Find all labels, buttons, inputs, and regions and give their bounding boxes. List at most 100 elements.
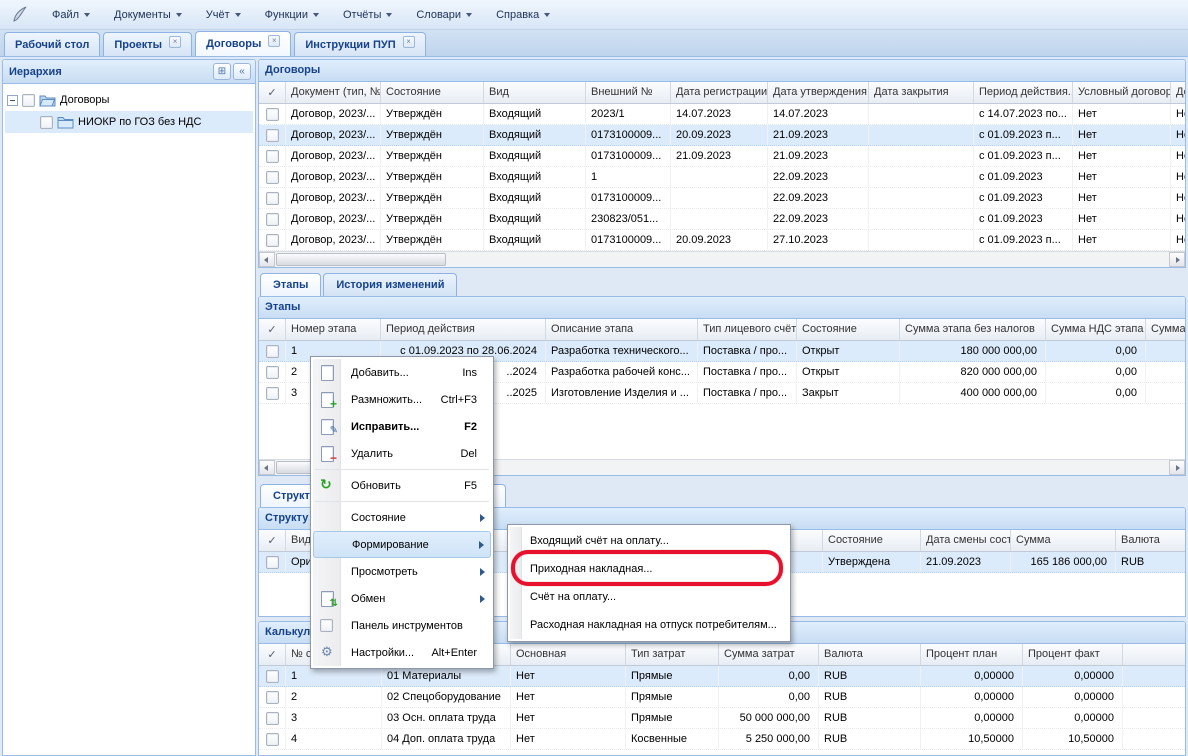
column-header[interactable]: Условный договор [1073, 82, 1171, 103]
collapse-icon[interactable]: « [233, 63, 251, 80]
tree-expand-icon[interactable] [7, 95, 18, 106]
menu-item[interactable]: Расходная накладная на отпуск потребител… [510, 611, 788, 639]
main-tab[interactable]: Проекты× [103, 32, 192, 56]
tree-checkbox[interactable] [22, 94, 35, 107]
scrollbar-thumb[interactable] [276, 253, 446, 266]
column-header[interactable]: Описание этапа [546, 319, 698, 340]
menubar-item[interactable]: Словари [404, 5, 484, 25]
table-row[interactable]: Договор, 2023/...УтверждёнВходящий017310… [259, 188, 1185, 209]
column-header[interactable]: Процент план [921, 644, 1023, 665]
tree-item[interactable]: Договоры [5, 89, 253, 111]
main-tab[interactable]: Рабочий стол [4, 32, 100, 56]
table-row[interactable]: Договор, 2023/...УтверждёнВходящий122.09… [259, 167, 1185, 188]
main-tab[interactable]: Договоры× [195, 31, 291, 56]
table-row[interactable]: 303 Осн. оплата трудаНетПрямые50 000 000… [259, 708, 1185, 729]
row-checkbox[interactable] [266, 234, 279, 247]
column-header[interactable]: Процент факт [1023, 644, 1123, 665]
menubar-item[interactable]: Справка [484, 5, 562, 25]
close-icon[interactable]: × [268, 35, 280, 47]
row-checkbox[interactable] [266, 712, 279, 725]
tree-checkbox[interactable] [40, 116, 53, 129]
row-checkbox[interactable] [266, 171, 279, 184]
menu-item[interactable]: Добавить...Ins [313, 359, 491, 386]
menubar-item[interactable]: Отчёты [331, 5, 404, 25]
column-header[interactable]: Дата смены состоя [921, 530, 1011, 551]
menu-item[interactable]: Формирование [313, 531, 491, 558]
menu-item[interactable]: Исправить...F2 [313, 413, 491, 440]
table-row[interactable]: 202 СпецоборудованиеНетПрямые0,00RUB0,00… [259, 687, 1185, 708]
subtab[interactable]: История изменений [323, 273, 457, 296]
find-icon[interactable]: ⊞ [213, 63, 231, 80]
scroll-left-icon[interactable] [259, 460, 275, 475]
column-header[interactable]: Вид [484, 82, 586, 103]
menu-item[interactable]: Настройки...Alt+Enter [313, 639, 491, 666]
menu-item[interactable]: ОбновитьF5 [313, 472, 491, 499]
column-header[interactable]: Состояние [823, 530, 921, 551]
menu-item[interactable]: Размножить...Ctrl+F3 [313, 386, 491, 413]
column-header[interactable]: Тип затрат [626, 644, 719, 665]
select-all-header[interactable]: ✓ [259, 82, 286, 103]
close-icon[interactable]: × [403, 36, 415, 48]
row-checkbox[interactable] [266, 192, 279, 205]
column-header[interactable]: Документ (тип, № [286, 82, 381, 103]
menu-item[interactable]: Состояние [313, 504, 491, 531]
column-header[interactable]: Тип лицевого счёт [698, 319, 797, 340]
column-header[interactable]: Дата регистрации. [671, 82, 768, 103]
row-checkbox[interactable] [266, 733, 279, 746]
table-row[interactable]: Договор, 2023/...УтверждёнВходящий230823… [259, 209, 1185, 230]
table-row[interactable]: 101 МатериалыНетПрямые0,00RUB0,000000,00… [259, 666, 1185, 687]
row-checkbox[interactable] [266, 556, 279, 569]
row-checkbox[interactable] [266, 213, 279, 226]
column-header[interactable]: Дог [1171, 82, 1185, 103]
table-row[interactable]: 404 Доп. оплата трудаНетКосвенные5 250 0… [259, 729, 1185, 750]
column-header[interactable]: Сумма этапа без налогов [900, 319, 1046, 340]
table-row[interactable]: Договор, 2023/...УтверждёнВходящий2023/1… [259, 104, 1185, 125]
column-header[interactable]: Сумма [1011, 530, 1116, 551]
menubar-item[interactable]: Учёт [194, 5, 253, 25]
column-header[interactable]: Основная [511, 644, 626, 665]
row-checkbox[interactable] [266, 366, 279, 379]
scroll-left-icon[interactable] [259, 252, 275, 267]
menu-item[interactable]: Обмен [313, 585, 491, 612]
row-checkbox[interactable] [266, 129, 279, 142]
menu-item[interactable]: Счёт на оплату... [510, 583, 788, 611]
column-header[interactable]: Номер этапа [286, 319, 381, 340]
column-header[interactable]: Валюта [819, 644, 921, 665]
menubar-item[interactable]: Функции [253, 5, 331, 25]
column-header[interactable]: Валюта [1116, 530, 1185, 551]
row-checkbox[interactable] [266, 691, 279, 704]
column-header[interactable]: Состояние [381, 82, 484, 103]
table-row[interactable]: Договор, 2023/...УтверждёнВходящий017310… [259, 146, 1185, 167]
column-header[interactable]: Дата закрытия [869, 82, 974, 103]
table-row[interactable]: Договор, 2023/...УтверждёнВходящий017310… [259, 230, 1185, 251]
column-header[interactable]: Сумма НДС этапа [1046, 319, 1146, 340]
main-tab[interactable]: Инструкции ПУП× [294, 32, 425, 56]
menubar-item[interactable]: Документы [102, 5, 194, 25]
select-all-header[interactable]: ✓ [259, 644, 286, 665]
menu-item[interactable]: УдалитьDel [313, 440, 491, 467]
row-checkbox[interactable] [266, 345, 279, 358]
row-checkbox[interactable] [266, 670, 279, 683]
column-header[interactable] [1123, 644, 1185, 665]
select-all-header[interactable]: ✓ [259, 530, 286, 551]
horizontal-scrollbar[interactable] [259, 251, 1185, 267]
table-row[interactable]: Договор, 2023/...УтверждёнВходящий017310… [259, 125, 1185, 146]
row-checkbox[interactable] [266, 387, 279, 400]
column-header[interactable]: Сумма затрат [719, 644, 819, 665]
scroll-right-icon[interactable] [1169, 460, 1185, 475]
select-all-header[interactable]: ✓ [259, 319, 286, 340]
scroll-right-icon[interactable] [1169, 252, 1185, 267]
menubar-item[interactable]: Файл [40, 5, 102, 25]
row-checkbox[interactable] [266, 150, 279, 163]
subtab[interactable]: Этапы [260, 273, 321, 296]
column-header[interactable]: Сумма эт [1146, 319, 1185, 340]
column-header[interactable]: Дата утверждения [768, 82, 869, 103]
column-header[interactable]: Период действия.. [974, 82, 1073, 103]
column-header[interactable]: Период действия [381, 319, 546, 340]
menu-item[interactable]: Панель инструментов [313, 612, 491, 639]
column-header[interactable]: Внешний № [586, 82, 671, 103]
menu-checkbox[interactable] [320, 619, 333, 632]
column-header[interactable]: Состояние [797, 319, 900, 340]
menu-item[interactable]: Просмотреть [313, 558, 491, 585]
tree-item[interactable]: НИОКР по ГОЗ без НДС [5, 111, 253, 133]
